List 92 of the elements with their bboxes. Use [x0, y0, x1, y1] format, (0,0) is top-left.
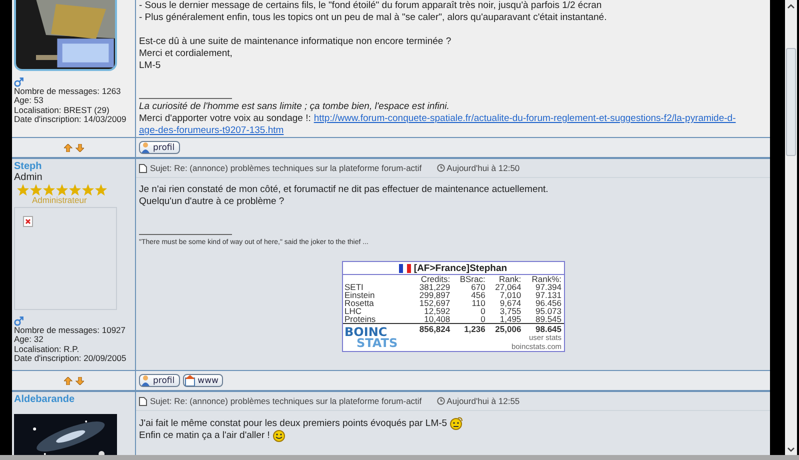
table-cell-text: 110 [472, 299, 486, 307]
scrollbar-thumb[interactable] [786, 48, 796, 156]
column-header: Credits: [420, 275, 452, 283]
document-icon [139, 396, 147, 406]
star-icon [30, 184, 42, 196]
table-cell-text: 381,229 [418, 283, 452, 291]
profile-button[interactable]: profil [139, 374, 180, 387]
profile-button[interactable]: profil [139, 141, 180, 154]
column-header: Rank: [498, 275, 522, 283]
author-stat: Date d'inscription: 14/03/2009 [14, 115, 126, 125]
table-cell: 10,408 [410, 315, 452, 324]
project-name: Rosetta [344, 299, 374, 307]
star-icon [43, 184, 55, 196]
author-name[interactable]: Steph [14, 161, 42, 172]
total-cell: 25,006 [487, 324, 524, 333]
male-icon [14, 316, 24, 326]
table-cell: 1,495 [487, 315, 524, 324]
star-icon [17, 184, 29, 196]
star-icon [56, 184, 68, 196]
table-cell-text: 0 [480, 307, 486, 315]
star-icon [82, 184, 94, 196]
table-cell-text: 97.394 [536, 283, 562, 291]
message-text: J'ai fait le même constat pour les deux premiers points évoqués par LM-5 [139, 418, 448, 430]
message-text: Merci et cordialement, [139, 48, 232, 60]
author-stat: Localisation: R.P. [14, 344, 80, 354]
confused-smiley-icon [450, 417, 464, 430]
scroll-up-icon[interactable] [787, 2, 795, 10]
signature-link[interactable]: age-des-forumeurs-t9207-135.htm [139, 125, 284, 137]
message-text: Est-ce dû à une suite de maintenance informatique non encore terminée ? [139, 36, 452, 48]
signature-quote: La curiosité de l'homme est sans limite ; ça tombe bien, l'espace est infini. [139, 101, 450, 113]
total-cell: 856,824 [410, 324, 452, 333]
person-icon [141, 142, 150, 153]
signature-text: Merci d'apporter votre voix au sondage !: [139, 113, 311, 125]
table-cell-text: 3,755 [498, 307, 522, 315]
total-cell: 98.645 [523, 324, 564, 333]
star-icon [69, 184, 81, 196]
star-icon [95, 184, 107, 196]
message-text: Enfin ce matin ça a l'air d'aller ! [139, 430, 270, 442]
author-stat: Age: 53 [14, 96, 44, 106]
rank-title: Administrateur [32, 196, 87, 205]
column-header: BSrac: [458, 275, 486, 283]
project-name: LHC [344, 307, 362, 315]
flag-icon [398, 264, 411, 272]
table-cell-text: 97.131 [534, 291, 562, 299]
author-stat: Localisation: BREST (29) [14, 106, 110, 116]
total-cell: 1,236 [452, 324, 488, 333]
table-cell: 89.545 [523, 315, 564, 324]
author-stat: Date d'inscription: 20/09/2005 [14, 354, 126, 364]
column-header: Rank%: [530, 275, 562, 283]
table-cell-text: 12,592 [424, 307, 452, 315]
clock-icon [436, 164, 445, 172]
table-cell-text: 27,064 [494, 283, 522, 291]
scroll-down-icon[interactable] [787, 446, 795, 452]
post-subject: Sujet: Re: (annonce) problèmes techniques sur la plateforme forum-actif [150, 163, 422, 173]
project-name: Einstein [344, 291, 376, 299]
clock-icon [436, 397, 445, 405]
smiley-icon [272, 430, 285, 442]
message-text: Quelqu'un d'autre à ce problème ? [139, 196, 284, 208]
up-down-arrows-icon [64, 376, 84, 384]
table-cell-text: 670 [471, 283, 486, 291]
website-button[interactable]: www [182, 374, 224, 387]
table-cell-text: 299,897 [418, 291, 452, 299]
person-icon [141, 375, 150, 386]
stats-username: [AF>France]Stephan [414, 262, 508, 274]
project-name: SETI [344, 283, 364, 291]
male-icon [14, 77, 24, 87]
project-name: Proteins [342, 315, 411, 324]
author-stat: Nombre de messages: 10927 [14, 326, 126, 336]
broken-image-icon [23, 216, 33, 227]
document-icon [139, 164, 147, 172]
table-cell-text: 456 [470, 291, 486, 299]
message-text: Je n'ai rien constaté de mon côté, et forumactif ne dit pas effectuer de maintenance actuellement. [139, 184, 548, 196]
table-cell-text: 7,010 [500, 291, 522, 299]
message-text: - Sous le dernier message de certains fils, le "fond étoilé" du forum apparaît très noir, jusqu'à parfois 1/2 écran [139, 0, 602, 12]
author-stat: Nombre de messages: 1263 [14, 87, 121, 96]
post-time: Aujourd'hui à 12:50 [446, 163, 520, 173]
post-time: Aujourd'hui à 12:55 [446, 396, 520, 406]
table-cell: 0 [452, 315, 488, 324]
table-cell-text: 152,697 [418, 299, 452, 307]
table-cell-text: 95.073 [534, 307, 562, 315]
boinc-logo: BOINC STATS [344, 325, 399, 351]
message-text: - Plus généralement enfin, tous les topics ont un peu de mal à "se caler", alors qu'auparavant c'était instantané. [139, 12, 607, 24]
message-text: LM-5 [139, 60, 161, 72]
table-cell-text: 9,674 [498, 299, 522, 307]
table-cell-text: 96.456 [534, 299, 562, 307]
author-stat: Age: 32 [14, 335, 44, 345]
post-subject: Sujet: Re: (annonce) problèmes techniques sur la plateforme forum-actif [150, 396, 422, 406]
house-icon [184, 375, 195, 386]
author-role: Admin [14, 172, 42, 183]
author-name[interactable]: Aldebarande [14, 394, 75, 405]
up-down-arrows-icon [64, 144, 84, 152]
signature-link[interactable]: http://www.forum-conquete-spatiale.fr/actualite-du-forum-reglement-et-suggestions-f2/la-pyramide-d- [314, 113, 736, 125]
